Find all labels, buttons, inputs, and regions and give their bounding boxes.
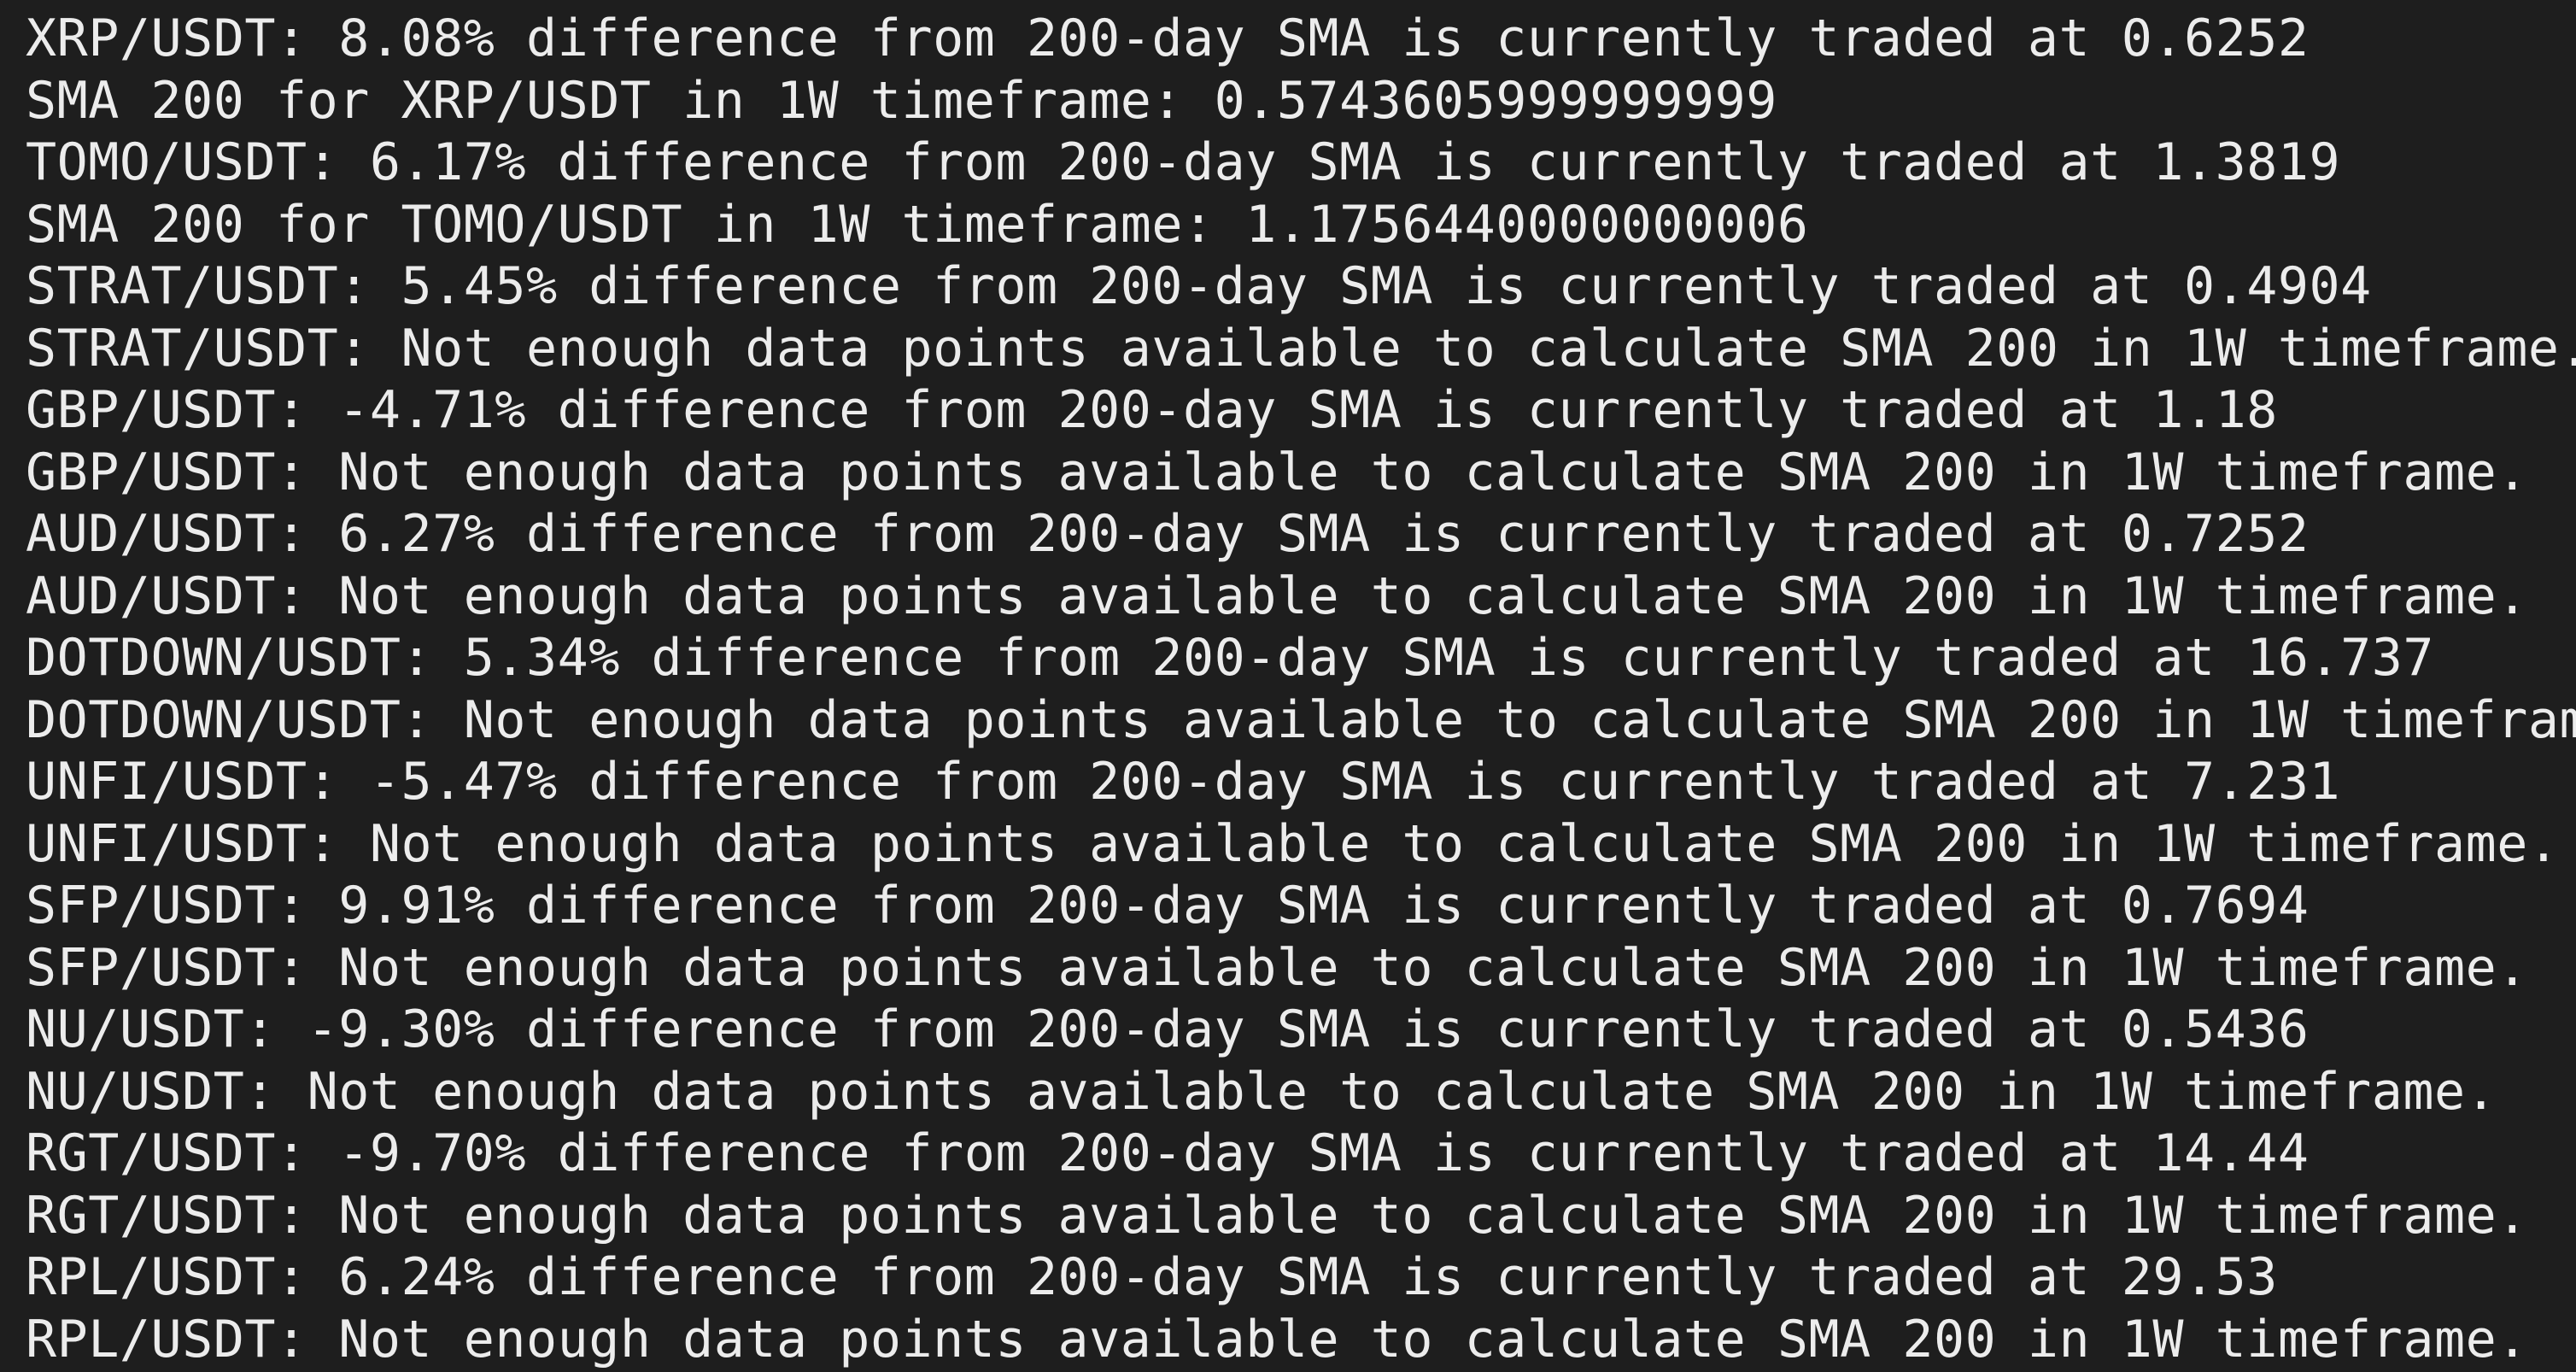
output-line: TOMO/USDT: 6.17% difference from 200-day… — [26, 132, 2341, 192]
output-line: DOTDOWN/USDT: Not enough data points ava… — [26, 689, 2576, 750]
output-line: SFP/USDT: 9.91% difference from 200-day … — [26, 876, 2310, 935]
output-line: UNFI/USDT: -5.47% difference from 200-da… — [26, 752, 2341, 812]
output-line: RPL/USDT: 6.24% difference from 200-day … — [26, 1247, 2278, 1307]
output-line: AUD/USDT: Not enough data points availab… — [26, 566, 2528, 626]
output-line: RGT/USDT: Not enough data points availab… — [26, 1185, 2528, 1246]
output-line: SMA 200 for TOMO/USDT in 1W timeframe: 1… — [26, 194, 1809, 255]
output-line: GBP/USDT: Not enough data points availab… — [26, 442, 2528, 502]
output-line: NU/USDT: Not enough data points availabl… — [26, 1061, 2497, 1122]
output-line: SFP/USDT: Not enough data points availab… — [26, 937, 2528, 998]
output-line: UNFI/USDT: Not enough data points availa… — [26, 813, 2560, 874]
output-line: RGT/USDT: -9.70% difference from 200-day… — [26, 1123, 2310, 1183]
output-line: STRAT/USDT: 5.45% difference from 200-da… — [26, 256, 2372, 316]
output-line: SMA 200 for XRP/USDT in 1W timeframe: 0.… — [26, 70, 1777, 131]
output-line: GBP/USDT: -4.71% difference from 200-day… — [26, 380, 2278, 440]
output-line: STRAT/USDT: Not enough data points avail… — [26, 318, 2576, 378]
output-line: AUD/USDT: 6.27% difference from 200-day … — [26, 504, 2310, 564]
terminal-output[interactable]: XRP/USDT: 8.08% difference from 200-day … — [0, 0, 2576, 1372]
output-line: RPL/USDT: Not enough data points availab… — [26, 1309, 2528, 1369]
output-line: DOTDOWN/USDT: 5.34% difference from 200-… — [26, 628, 2434, 688]
output-line: NU/USDT: -9.30% difference from 200-day … — [26, 1000, 2310, 1059]
output-line: XRP/USDT: 8.08% difference from 200-day … — [26, 9, 2310, 68]
